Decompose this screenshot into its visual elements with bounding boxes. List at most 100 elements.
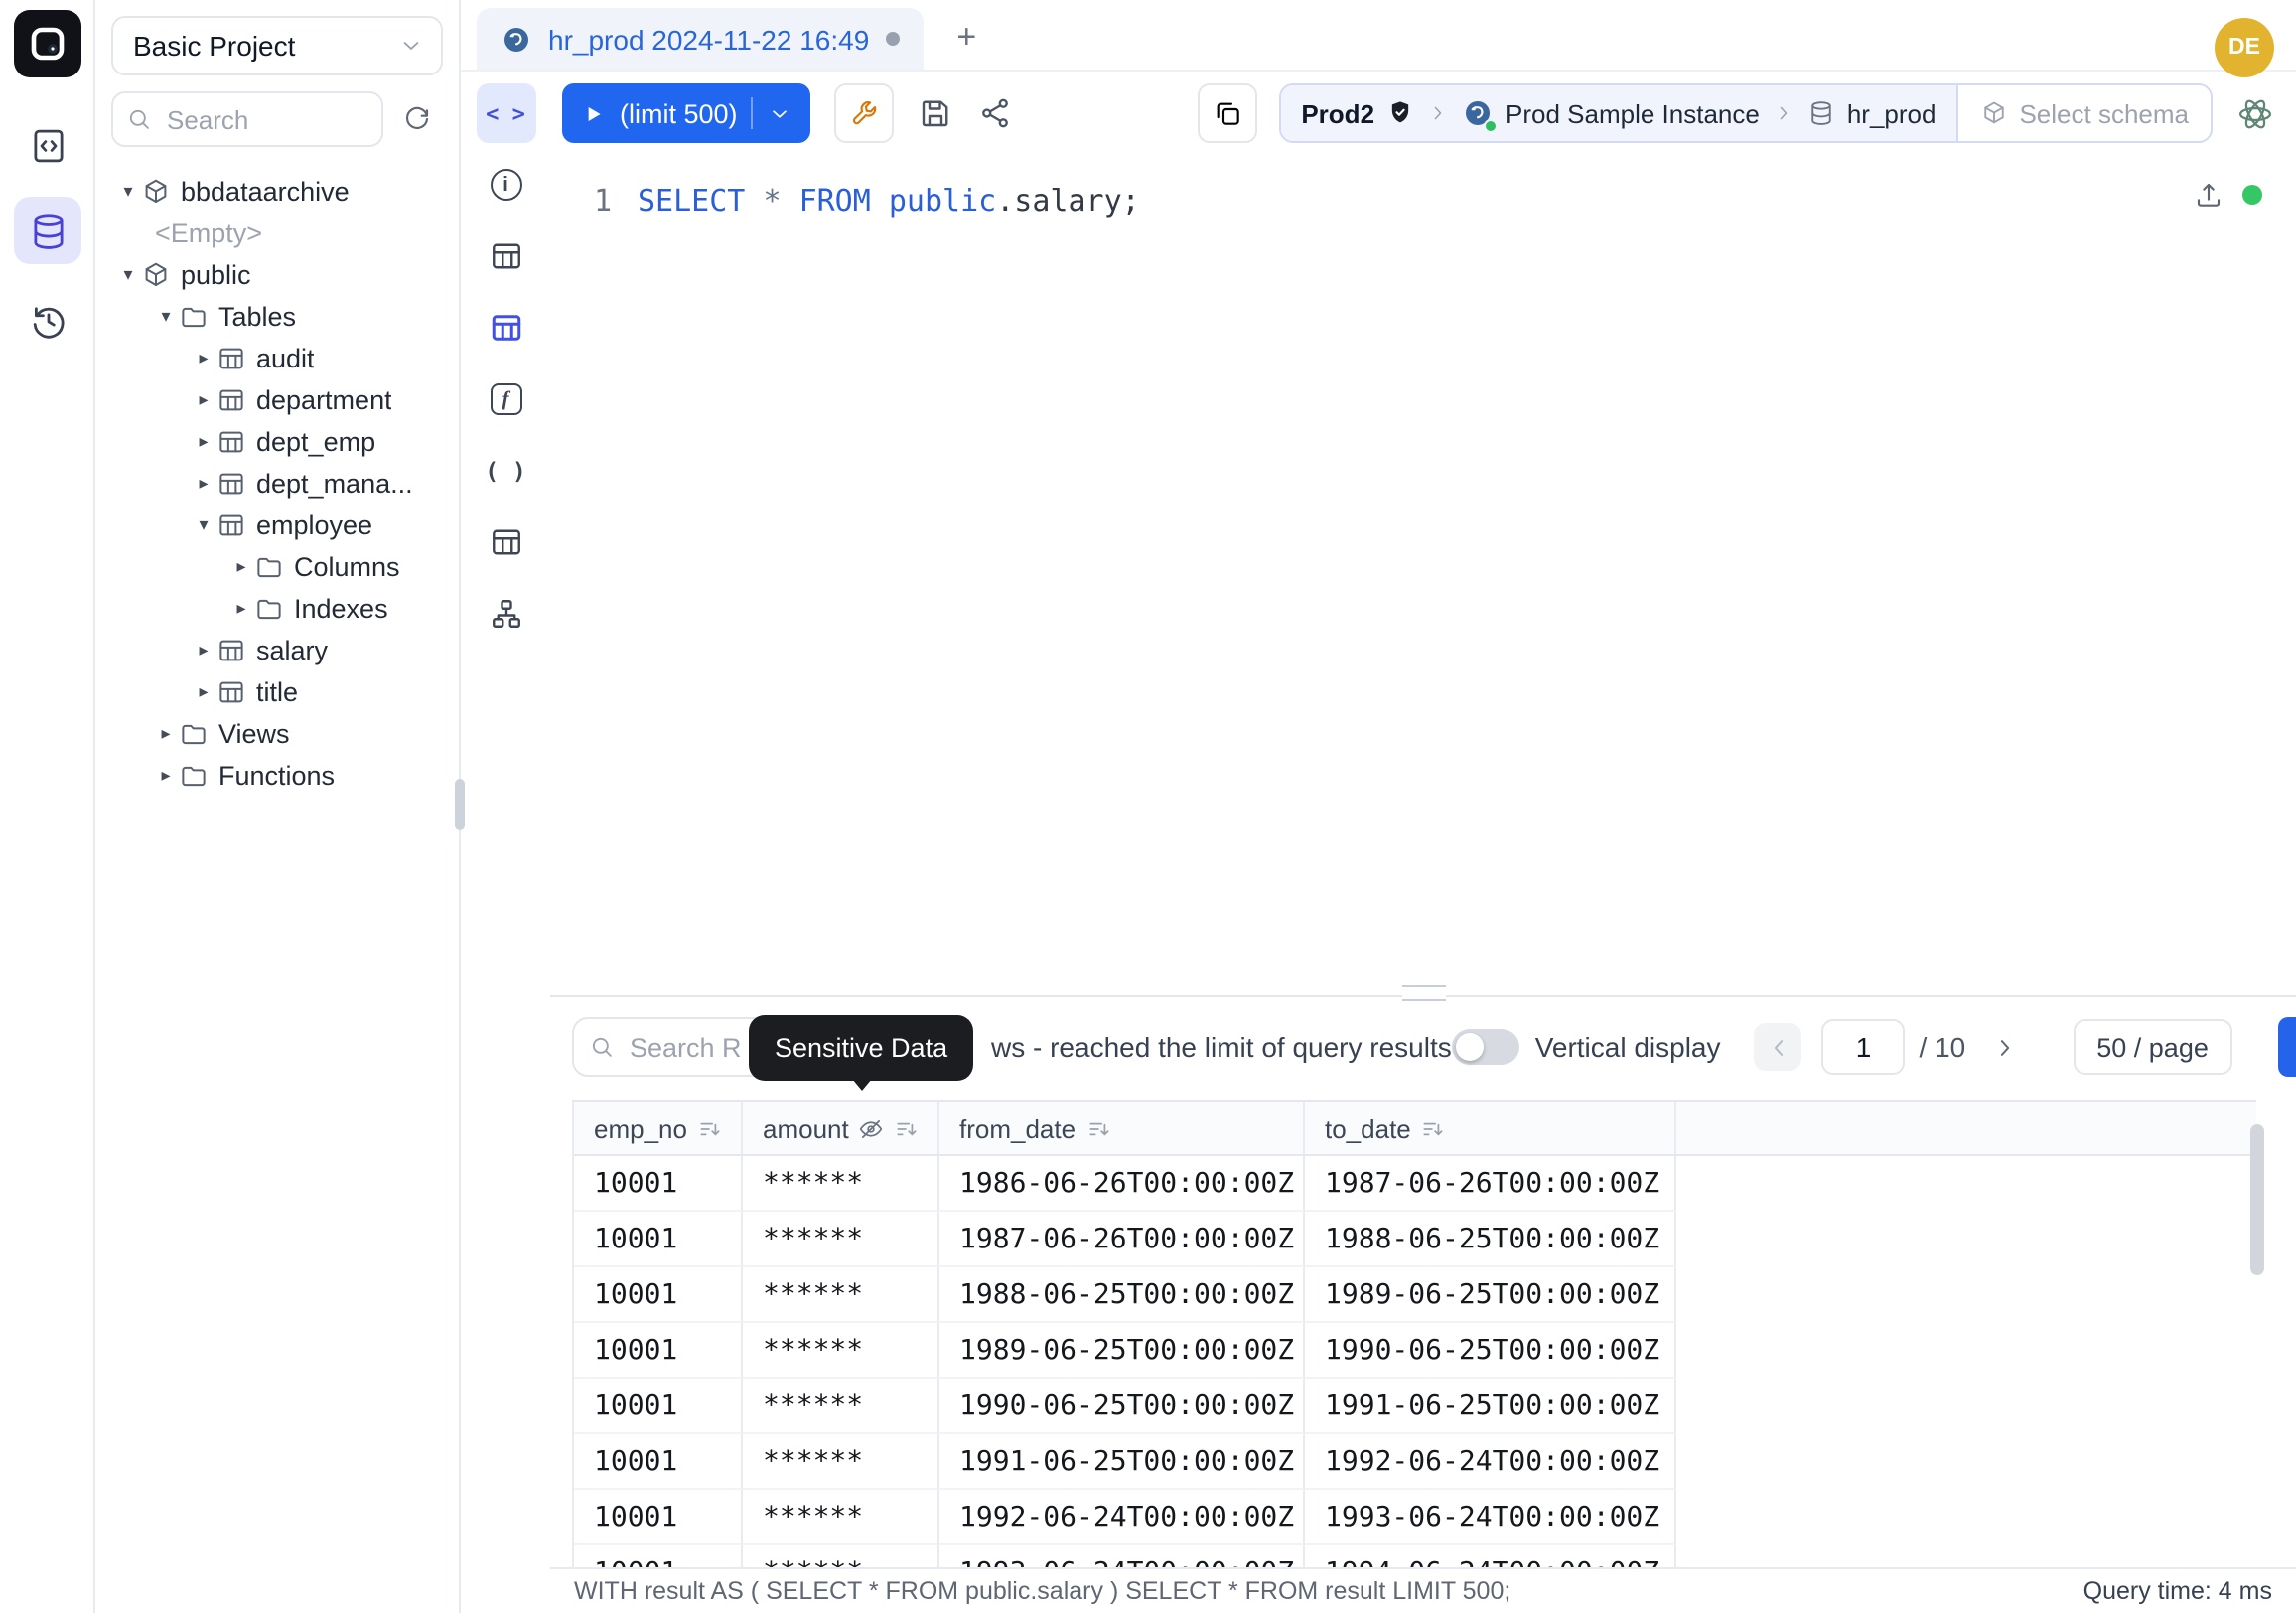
new-tab-button[interactable]: + xyxy=(942,14,990,62)
sort-icon[interactable] xyxy=(1421,1115,1447,1141)
worksheet-nav-icon[interactable] xyxy=(14,111,81,179)
chevron-right-icon[interactable] xyxy=(228,556,254,578)
main-area: hr_prod 2024-11-22 16:49 + xyxy=(461,0,2296,1613)
tree-item-table[interactable]: dept_emp xyxy=(95,421,459,463)
results-scrollbar[interactable] xyxy=(2250,1124,2264,1275)
tree-item-table[interactable]: dept_mana... xyxy=(95,463,459,505)
sort-icon[interactable] xyxy=(895,1115,921,1141)
tree-item-table[interactable]: department xyxy=(95,379,459,421)
page-number-input[interactable]: 1 xyxy=(1822,1019,1906,1075)
tree-item-schema[interactable]: public xyxy=(95,254,459,296)
page-size-select[interactable]: 50 / page xyxy=(2073,1019,2232,1075)
tree-item-table[interactable]: audit xyxy=(95,338,459,379)
sql-editor[interactable]: 1 SELECT * FROM public.salary; xyxy=(550,155,2296,995)
sensitive-data-tooltip: Sensitive Data xyxy=(749,1015,973,1081)
tab-worksheet[interactable]: hr_prod 2024-11-22 16:49 xyxy=(477,8,923,70)
functions-icon[interactable] xyxy=(476,369,535,429)
folder-icon xyxy=(179,761,209,791)
column-header[interactable]: from_date xyxy=(939,1102,1305,1154)
chevron-right-icon[interactable] xyxy=(191,431,216,453)
project-select[interactable]: Basic Project xyxy=(111,16,443,75)
refresh-icon[interactable] xyxy=(391,93,443,145)
tree-item-label: Indexes xyxy=(294,594,388,624)
tree-item-label: Views xyxy=(218,719,290,749)
prev-page-button[interactable] xyxy=(1755,1023,1802,1071)
sidebar-resize-handle[interactable] xyxy=(455,779,465,830)
results-edge-button[interactable] xyxy=(2278,1017,2296,1077)
chevron-right-icon[interactable] xyxy=(191,348,216,369)
eye-off-icon[interactable] xyxy=(859,1115,885,1141)
save-button[interactable] xyxy=(919,95,954,131)
search-icon xyxy=(588,1033,616,1061)
table-icon xyxy=(216,636,246,665)
sql-editor-icon[interactable] xyxy=(476,83,535,143)
run-query-button[interactable]: (limit 500) xyxy=(562,83,811,143)
line-number: 1 xyxy=(550,181,638,222)
tree-item-label: dept_mana... xyxy=(256,469,413,499)
er-diagram-icon[interactable] xyxy=(476,584,535,644)
column-header[interactable]: amount xyxy=(743,1102,939,1154)
next-page-button[interactable] xyxy=(1981,1023,2029,1071)
table-row[interactable]: 10001******1993-06-24T00:00:00Z1994-06-2… xyxy=(574,1545,2256,1567)
chevron-right-icon[interactable] xyxy=(191,389,216,411)
table-row[interactable]: 10001******1992-06-24T00:00:00Z1993-06-2… xyxy=(574,1490,2256,1545)
vertical-display-toggle[interactable] xyxy=(1452,1029,1519,1065)
copy-connection-button[interactable] xyxy=(1198,83,1257,143)
chevron-down-icon[interactable] xyxy=(191,514,216,536)
avatar[interactable]: DE xyxy=(2215,18,2274,77)
connection-path[interactable]: Prod2 Prod Sample Instance hr_prod xyxy=(1281,85,1955,141)
chevron-right-icon[interactable] xyxy=(191,473,216,495)
schema-table-icon[interactable] xyxy=(476,298,535,358)
panel-resize-grip[interactable] xyxy=(1401,985,1445,1001)
chevron-down-icon[interactable] xyxy=(768,100,793,126)
upload-icon[interactable] xyxy=(2193,179,2224,211)
tree-item-table[interactable]: title xyxy=(95,671,459,713)
chevron-right-icon[interactable] xyxy=(153,723,179,745)
tree-item-label: Columns xyxy=(294,552,400,582)
database-nav-icon[interactable] xyxy=(14,197,81,264)
chevron-down-icon[interactable] xyxy=(115,181,141,203)
procedures-icon[interactable] xyxy=(476,441,535,501)
tree-item-views-folder[interactable]: Views xyxy=(95,713,459,755)
wrench-icon xyxy=(849,96,881,130)
cube-icon xyxy=(141,177,171,207)
table-row[interactable]: 10001******1988-06-25T00:00:00Z1989-06-2… xyxy=(574,1267,2256,1323)
table-icon xyxy=(216,469,246,499)
chevron-right-icon[interactable] xyxy=(191,681,216,703)
select-schema-button[interactable]: Select schema xyxy=(1955,85,2211,141)
instance-icon-wrap xyxy=(1462,97,1494,129)
column-header[interactable]: to_date xyxy=(1305,1102,1676,1154)
table-row[interactable]: 10001******1987-06-26T00:00:00Z1988-06-2… xyxy=(574,1212,2256,1267)
chevron-down-icon[interactable] xyxy=(153,306,179,328)
format-sql-button[interactable] xyxy=(835,83,895,143)
ai-assistant-button[interactable] xyxy=(2234,92,2276,134)
tree-item-tables-folder[interactable]: Tables xyxy=(95,296,459,338)
unsaved-indicator-dot xyxy=(885,32,899,46)
table-list-icon[interactable] xyxy=(476,226,535,286)
sort-icon[interactable] xyxy=(1085,1115,1111,1141)
tree-item-table[interactable]: salary xyxy=(95,630,459,671)
chevron-right-icon[interactable] xyxy=(191,640,216,661)
table-row[interactable]: 10001******1989-06-25T00:00:00Z1990-06-2… xyxy=(574,1323,2256,1379)
tree-item-schema[interactable]: bbdataarchive xyxy=(95,171,459,213)
tree-item-functions-folder[interactable]: Functions xyxy=(95,755,459,797)
table-row[interactable]: 10001******1991-06-25T00:00:00Z1992-06-2… xyxy=(574,1434,2256,1490)
share-button[interactable] xyxy=(978,95,1014,131)
app-logo[interactable] xyxy=(14,10,81,77)
info-icon[interactable] xyxy=(476,155,535,215)
external-table-icon[interactable] xyxy=(476,513,535,572)
chevron-down-icon[interactable] xyxy=(115,264,141,286)
chevron-right-icon xyxy=(1990,1032,2020,1062)
chevron-right-icon[interactable] xyxy=(153,765,179,787)
history-nav-icon[interactable] xyxy=(14,286,81,354)
chevron-right-icon[interactable] xyxy=(228,598,254,620)
tree-item-indexes-folder[interactable]: Indexes xyxy=(95,588,459,630)
tree-item-label: public xyxy=(181,260,251,290)
query-time: Query time: 4 ms xyxy=(2083,1577,2272,1605)
table-row[interactable]: 10001******1990-06-25T00:00:00Z1991-06-2… xyxy=(574,1379,2256,1434)
tree-item-table[interactable]: employee xyxy=(95,505,459,546)
sort-icon[interactable] xyxy=(697,1115,723,1141)
column-header[interactable]: emp_no xyxy=(574,1102,743,1154)
tree-item-columns-folder[interactable]: Columns xyxy=(95,546,459,588)
table-row[interactable]: 10001******1986-06-26T00:00:00Z1987-06-2… xyxy=(574,1156,2256,1212)
